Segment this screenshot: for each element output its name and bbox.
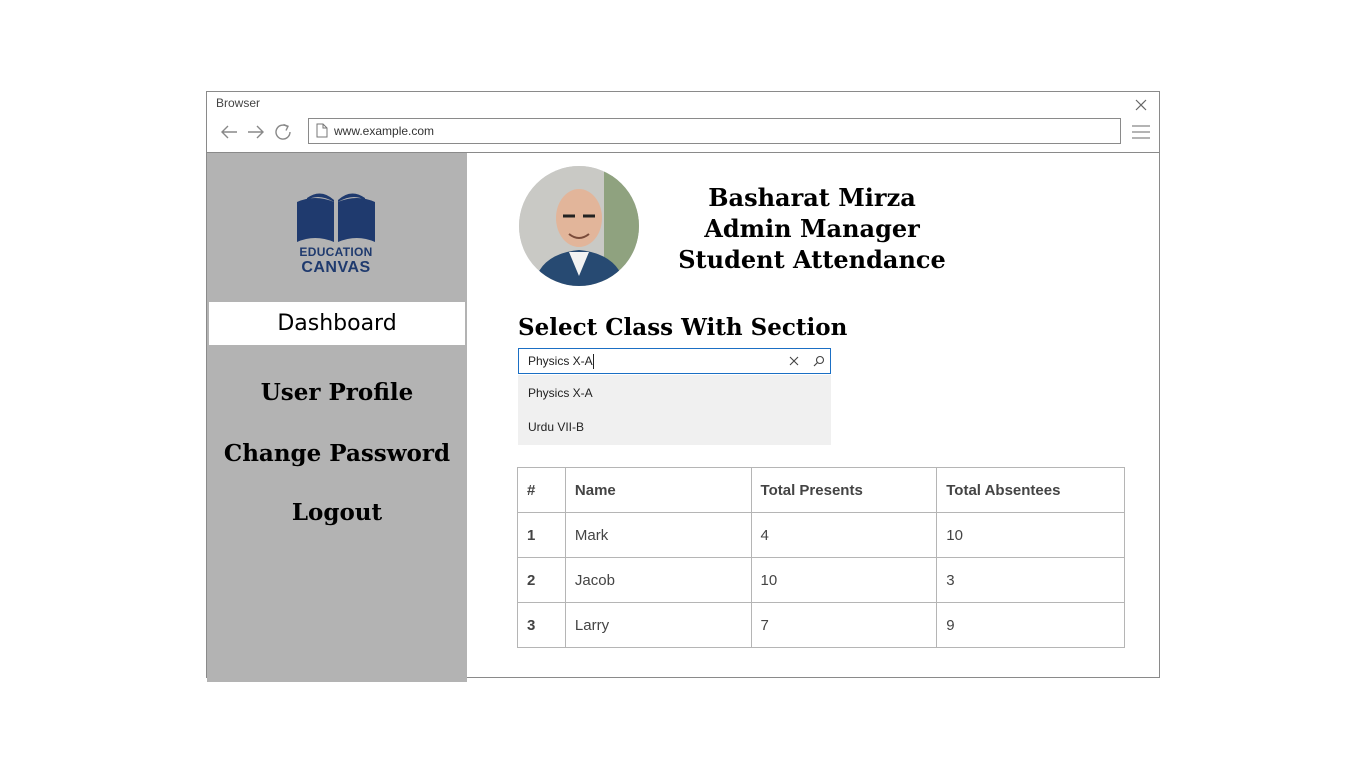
logo-text-line2: CANVAS: [301, 259, 371, 276]
sidebar-item-user-profile[interactable]: User Profile: [207, 379, 467, 406]
close-icon[interactable]: [1132, 96, 1150, 114]
logo-text-line1: EDUCATION: [299, 245, 373, 259]
total-presents: 7: [750, 602, 938, 648]
student-name: Larry: [564, 602, 752, 648]
url-text: www.example.com: [334, 124, 435, 138]
dropdown-option-physics-x-a[interactable]: Physics X-A: [528, 386, 593, 400]
forward-arrow-icon[interactable]: [245, 122, 267, 142]
column-header-name: Name: [564, 467, 752, 513]
class-search-input[interactable]: Physics X-A: [518, 348, 831, 374]
menu-icon[interactable]: [1131, 123, 1151, 141]
column-header-total-presents: Total Presents: [750, 467, 938, 513]
sidebar-item-logout[interactable]: Logout: [207, 499, 467, 526]
column-header-total-absentees: Total Absentees: [936, 467, 1125, 513]
address-bar[interactable]: www.example.com: [308, 118, 1121, 144]
attendance-table: # Name Total Presents Total Absentees 1 …: [517, 467, 1125, 648]
class-dropdown: Physics X-A Urdu VII-B: [518, 375, 831, 445]
profile-photo: [519, 166, 639, 286]
total-presents: 4: [750, 512, 938, 558]
search-icon[interactable]: [812, 354, 826, 368]
student-name: Mark: [564, 512, 752, 558]
education-canvas-logo: EDUCATION CANVAS: [287, 188, 385, 278]
clear-icon[interactable]: [787, 354, 801, 368]
row-number: 1: [517, 512, 566, 558]
total-absentees: 3: [936, 557, 1125, 603]
student-name: Jacob: [564, 557, 752, 603]
table-row: 2 Jacob 10 3: [517, 557, 1125, 603]
sidebar: EDUCATION CANVAS Dashboard User Profile …: [207, 153, 467, 682]
text-caret: [593, 354, 594, 369]
sidebar-item-dashboard[interactable]: Dashboard: [209, 302, 465, 345]
back-arrow-icon[interactable]: [218, 122, 240, 142]
user-name: Basharat Mirza: [708, 183, 916, 212]
table-row: 1 Mark 4 10: [517, 512, 1125, 558]
class-search-value: Physics X-A: [528, 354, 593, 368]
column-header-number: #: [517, 467, 566, 513]
user-role: Admin Manager: [704, 214, 920, 243]
dropdown-option-urdu-vii-b[interactable]: Urdu VII-B: [528, 420, 584, 434]
page-title: Student Attendance: [678, 245, 946, 274]
total-absentees: 10: [936, 512, 1125, 558]
sidebar-item-change-password[interactable]: Change Password: [207, 440, 467, 467]
row-number: 2: [517, 557, 566, 603]
page-icon: [316, 123, 328, 138]
total-absentees: 9: [936, 602, 1125, 648]
avatar: [519, 166, 639, 286]
profile-header: Basharat Mirza Admin Manager Student Att…: [677, 182, 947, 275]
table-header-row: # Name Total Presents Total Absentees: [517, 467, 1125, 513]
row-number: 3: [517, 602, 566, 648]
select-class-heading: Select Class With Section: [518, 314, 848, 341]
book-icon: [297, 193, 375, 242]
browser-window: Browser www.example.com EDUCATION CANVAS…: [206, 91, 1160, 682]
refresh-icon[interactable]: [273, 122, 295, 142]
browser-title: Browser: [216, 96, 261, 110]
table-row: 3 Larry 7 9: [517, 602, 1125, 648]
total-presents: 10: [750, 557, 938, 603]
